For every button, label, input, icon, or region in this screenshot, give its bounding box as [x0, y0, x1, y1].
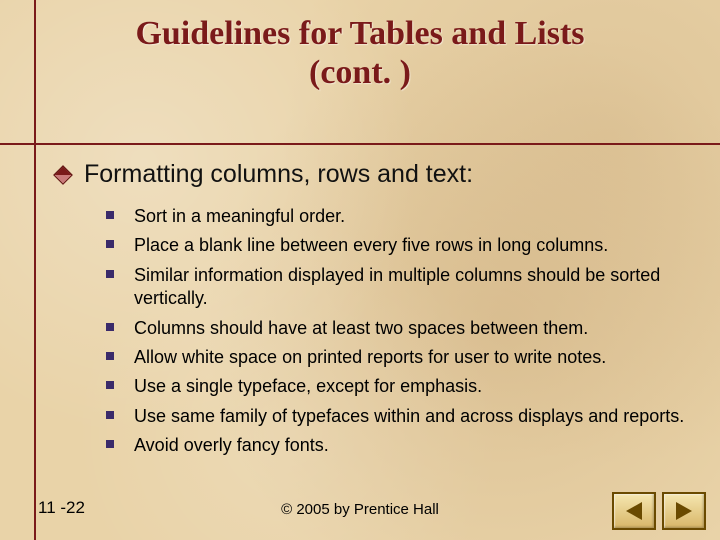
nav-buttons [612, 492, 706, 530]
bullet-text: Similar information displayed in multipl… [134, 265, 660, 308]
slide-body: Formatting columns, rows and text: Sort … [60, 160, 690, 464]
title-line-1: Guidelines for Tables and Lists [0, 14, 720, 53]
arrow-right-icon [676, 502, 692, 520]
lead-item: Formatting columns, rows and text: [60, 160, 690, 189]
vertical-rule [34, 0, 36, 540]
slide: Guidelines for Tables and Lists (cont. )… [0, 0, 720, 540]
bullet-text: Place a blank line between every five ro… [134, 235, 608, 255]
list-item: Use same family of typefaces within and … [106, 405, 690, 428]
list-item: Place a blank line between every five ro… [106, 234, 690, 257]
prev-button[interactable] [612, 492, 656, 530]
bullet-text: Columns should have at least two spaces … [134, 318, 588, 338]
bullet-list: Sort in a meaningful order. Place a blan… [106, 205, 690, 458]
arrow-left-icon [626, 502, 642, 520]
bullet-text: Use a single typeface, except for emphas… [134, 376, 482, 396]
list-item: Use a single typeface, except for emphas… [106, 375, 690, 398]
list-item: Columns should have at least two spaces … [106, 317, 690, 340]
list-item: Sort in a meaningful order. [106, 205, 690, 228]
list-item: Similar information displayed in multipl… [106, 264, 690, 311]
horizontal-rule [0, 143, 720, 145]
bullet-text: Avoid overly fancy fonts. [134, 435, 329, 455]
bullet-text: Use same family of typefaces within and … [134, 406, 684, 426]
slide-title: Guidelines for Tables and Lists (cont. ) [0, 0, 720, 92]
next-button[interactable] [662, 492, 706, 530]
title-line-2: (cont. ) [0, 53, 720, 92]
lead-text: Formatting columns, rows and text: [60, 160, 473, 188]
bullet-text: Allow white space on printed reports for… [134, 347, 606, 367]
list-item: Avoid overly fancy fonts. [106, 434, 690, 457]
bullet-text: Sort in a meaningful order. [134, 206, 345, 226]
list-item: Allow white space on printed reports for… [106, 346, 690, 369]
